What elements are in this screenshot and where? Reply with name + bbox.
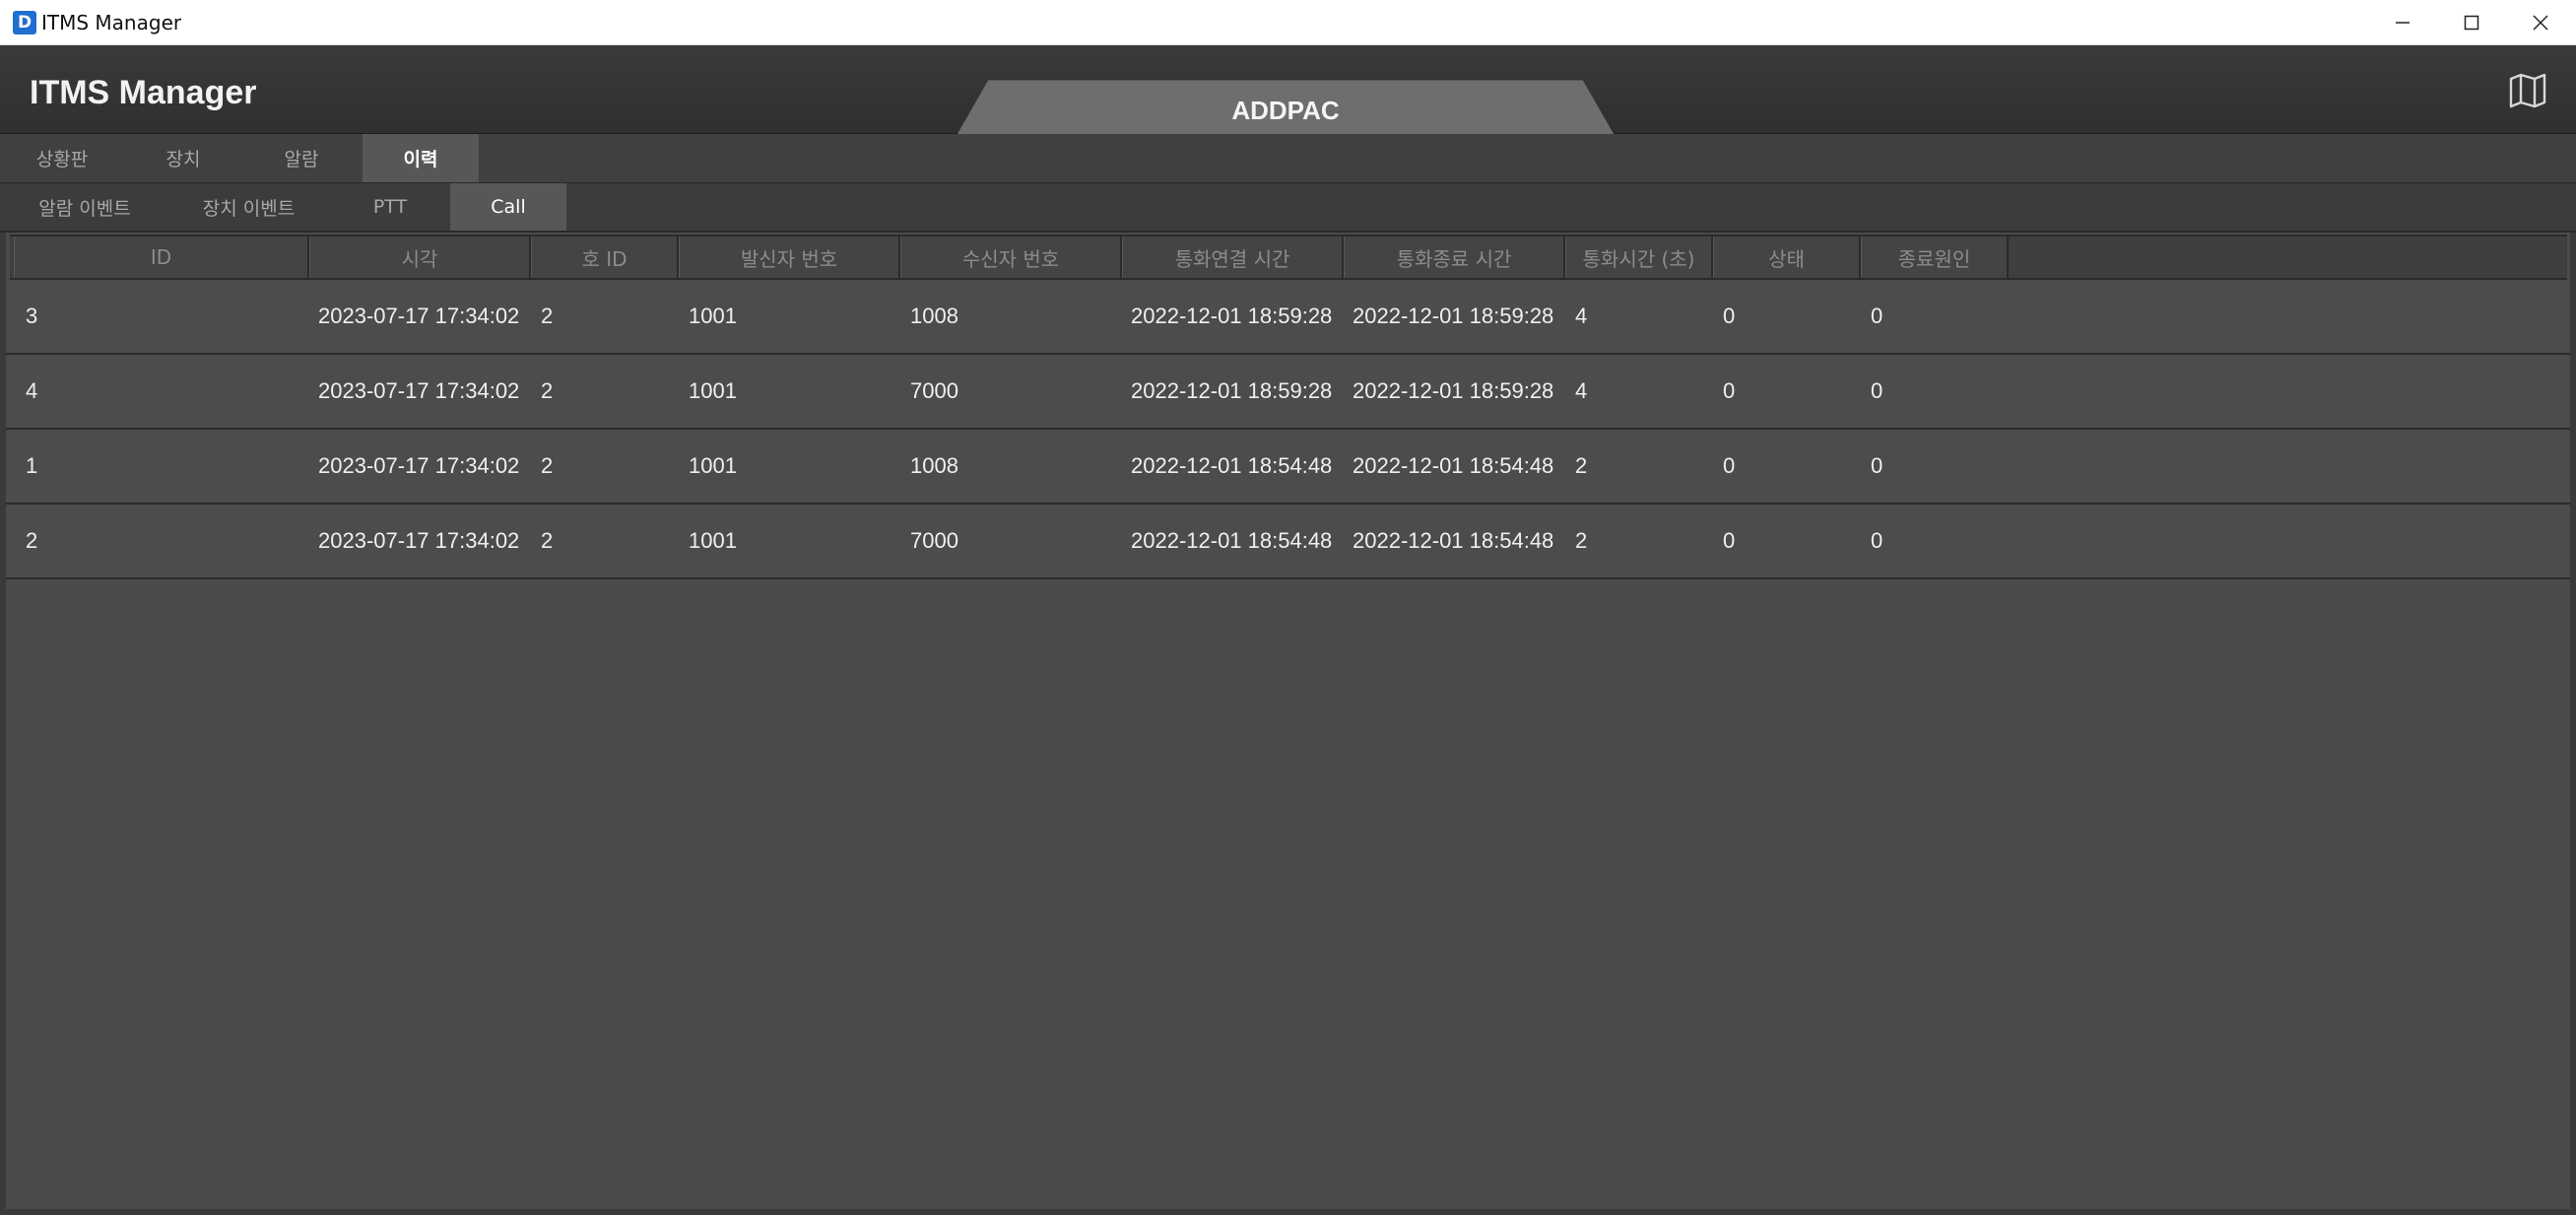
column-header-caller[interactable]: 발신자 번호: [679, 236, 900, 278]
cell-callee: 7000: [910, 528, 958, 553]
main-nav-alarms[interactable]: 알람: [243, 134, 360, 182]
cell-caller: 1001: [689, 378, 737, 403]
app-header: ITMS Manager ADDPAC: [0, 45, 2576, 135]
table-row[interactable]: 1 2023-07-17 17:34:02 2 1001 1008 2022-1…: [6, 430, 2570, 505]
app-logo-icon: D: [13, 11, 36, 34]
cell-callee: 7000: [910, 378, 958, 403]
cell-end-cause: 0: [1871, 378, 1883, 403]
cell-end-time: 2022-12-01 18:54:48: [1353, 453, 1554, 478]
cell-status: 0: [1723, 378, 1736, 403]
itms-manager-window: D ITMS Manager ITMS Manager ADDPAC 상황판 장…: [0, 0, 2576, 1215]
cell-id: 1: [26, 453, 38, 478]
column-header-connect-time[interactable]: 통화연결 시간: [1122, 236, 1344, 278]
close-icon: [2533, 15, 2548, 31]
cell-id: 3: [26, 304, 38, 328]
sub-nav: 알람 이벤트 장치 이벤트 PTT Call: [0, 183, 2576, 233]
main-nav: 상황판 장치 알람 이력: [0, 134, 2576, 183]
cell-connect-time: 2022-12-01 18:54:48: [1131, 453, 1333, 478]
cell-callee: 1008: [910, 453, 958, 478]
cell-time: 2023-07-17 17:34:02: [318, 528, 520, 553]
cell-time: 2023-07-17 17:34:02: [318, 453, 520, 478]
column-header-status[interactable]: 상태: [1713, 236, 1861, 278]
minimize-button[interactable]: [2368, 0, 2437, 45]
cell-callee: 1008: [910, 304, 958, 328]
main-nav-dashboard[interactable]: 상황판: [4, 134, 120, 182]
column-header-callee[interactable]: 수신자 번호: [900, 236, 1122, 278]
table-row[interactable]: 2 2023-07-17 17:34:02 2 1001 7000 2022-1…: [6, 505, 2570, 579]
app-title: ITMS Manager: [30, 74, 257, 111]
cell-connect-time: 2022-12-01 18:59:28: [1131, 304, 1333, 328]
cell-end-cause: 0: [1871, 453, 1883, 478]
column-header-time[interactable]: 시각: [309, 236, 531, 278]
cell-end-cause: 0: [1871, 304, 1883, 328]
site-tab[interactable]: ADDPAC: [957, 80, 1615, 135]
cell-call-id: 2: [541, 304, 554, 328]
cell-call-id: 2: [541, 378, 554, 403]
sub-nav-call[interactable]: Call: [450, 183, 566, 231]
column-header-end-cause[interactable]: 종료원인: [1861, 236, 2009, 278]
cell-end-time: 2022-12-01 18:59:28: [1353, 378, 1554, 403]
site-tab-label: ADDPAC: [1231, 95, 1340, 125]
cell-status: 0: [1723, 528, 1736, 553]
cell-call-id: 2: [541, 453, 554, 478]
cell-connect-time: 2022-12-01 18:59:28: [1131, 378, 1333, 403]
cell-id: 4: [26, 378, 38, 403]
main-nav-devices[interactable]: 장치: [125, 134, 241, 182]
minimize-icon: [2396, 22, 2410, 24]
column-header-end-time[interactable]: 통화종료 시간: [1344, 236, 1565, 278]
cell-caller: 1001: [689, 453, 737, 478]
cell-call-id: 2: [541, 528, 554, 553]
cell-status: 0: [1723, 453, 1736, 478]
cell-caller: 1001: [689, 304, 737, 328]
cell-duration: 4: [1575, 304, 1588, 328]
column-header-duration[interactable]: 통화시간 (초): [1565, 236, 1713, 278]
table-row[interactable]: 3 2023-07-17 17:34:02 2 1001 1008 2022-1…: [6, 280, 2570, 355]
sub-nav-device-events[interactable]: 장치 이벤트: [177, 183, 320, 231]
close-button[interactable]: [2506, 0, 2575, 45]
cell-caller: 1001: [689, 528, 737, 553]
cell-end-time: 2022-12-01 18:59:28: [1353, 304, 1554, 328]
cell-duration: 4: [1575, 378, 1588, 403]
column-header-id[interactable]: ID: [14, 236, 309, 278]
map-button[interactable]: [2508, 73, 2547, 108]
cell-connect-time: 2022-12-01 18:54:48: [1131, 528, 1333, 553]
window-titlebar[interactable]: D ITMS Manager: [0, 0, 2576, 45]
call-history-table: ID 시각 호 ID 발신자 번호 수신자 번호 통화연결 시간 통화종료 시간…: [0, 233, 2576, 1215]
cell-duration: 2: [1575, 453, 1588, 478]
maximize-icon: [2464, 15, 2479, 31]
column-header-call-id[interactable]: 호 ID: [531, 236, 679, 278]
maximize-button[interactable]: [2437, 0, 2506, 45]
cell-time: 2023-07-17 17:34:02: [318, 304, 520, 328]
table-header: ID 시각 호 ID 발신자 번호 수신자 번호 통화연결 시간 통화종료 시간…: [10, 235, 2567, 280]
sub-nav-alarm-events[interactable]: 알람 이벤트: [20, 183, 150, 231]
cell-duration: 2: [1575, 528, 1588, 553]
window-title: ITMS Manager: [41, 11, 182, 34]
cell-time: 2023-07-17 17:34:02: [318, 378, 520, 403]
sub-nav-ptt[interactable]: PTT: [341, 183, 439, 231]
column-header-filler: [2009, 236, 2565, 278]
table-row[interactable]: 4 2023-07-17 17:34:02 2 1001 7000 2022-1…: [6, 355, 2570, 430]
map-icon: [2509, 73, 2546, 108]
main-nav-history[interactable]: 이력: [363, 134, 479, 182]
cell-status: 0: [1723, 304, 1736, 328]
cell-end-time: 2022-12-01 18:54:48: [1353, 528, 1554, 553]
cell-end-cause: 0: [1871, 528, 1883, 553]
cell-id: 2: [26, 528, 38, 553]
